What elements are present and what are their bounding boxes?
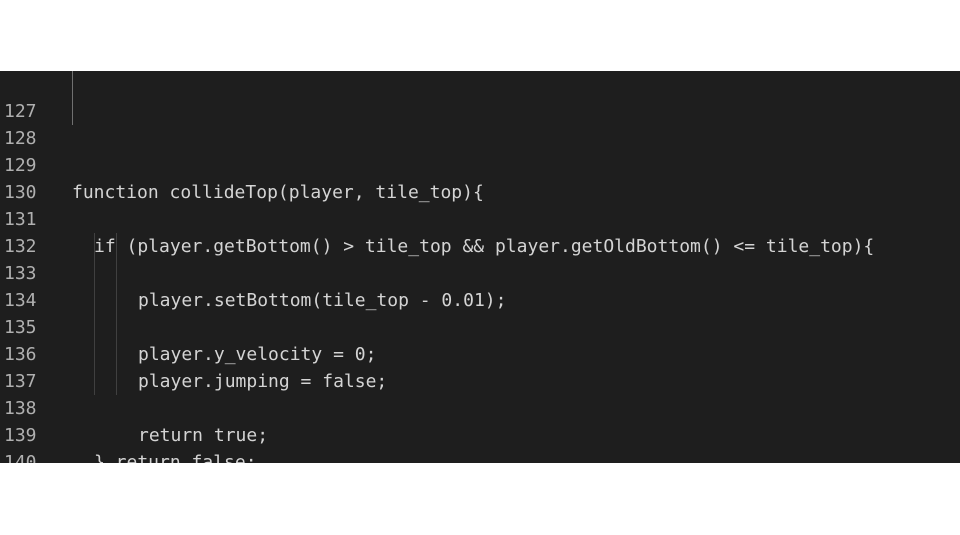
code-line[interactable]: 140 } (0, 422, 960, 463)
code-line[interactable]: 132 (0, 206, 960, 257)
code-editor[interactable]: 127 128 129 function collideTop(player, … (0, 71, 960, 463)
code-line[interactable]: 129 function collideTop(player, tile_top… (0, 125, 960, 203)
code-line[interactable]: 131 if (player.getBottom() > tile_top &&… (0, 179, 960, 257)
code-line[interactable]: 127 (0, 71, 960, 122)
code-line[interactable]: 139 } return false; (0, 395, 960, 463)
code-line[interactable]: 130 (0, 152, 960, 203)
code-line[interactable]: 134 (0, 260, 960, 311)
code-line[interactable]: 135 player.y_velocity = 0; (0, 287, 960, 365)
code-line[interactable]: 136 player.jumping = false; (0, 314, 960, 392)
code-line[interactable]: 141 (0, 449, 960, 463)
code-line[interactable]: 138 return true; (0, 368, 960, 446)
code-line[interactable]: 128 (0, 98, 960, 149)
code-line[interactable]: 133 player.setBottom(tile_top - 0.01); (0, 233, 960, 311)
code-line[interactable]: 137 (0, 341, 960, 392)
